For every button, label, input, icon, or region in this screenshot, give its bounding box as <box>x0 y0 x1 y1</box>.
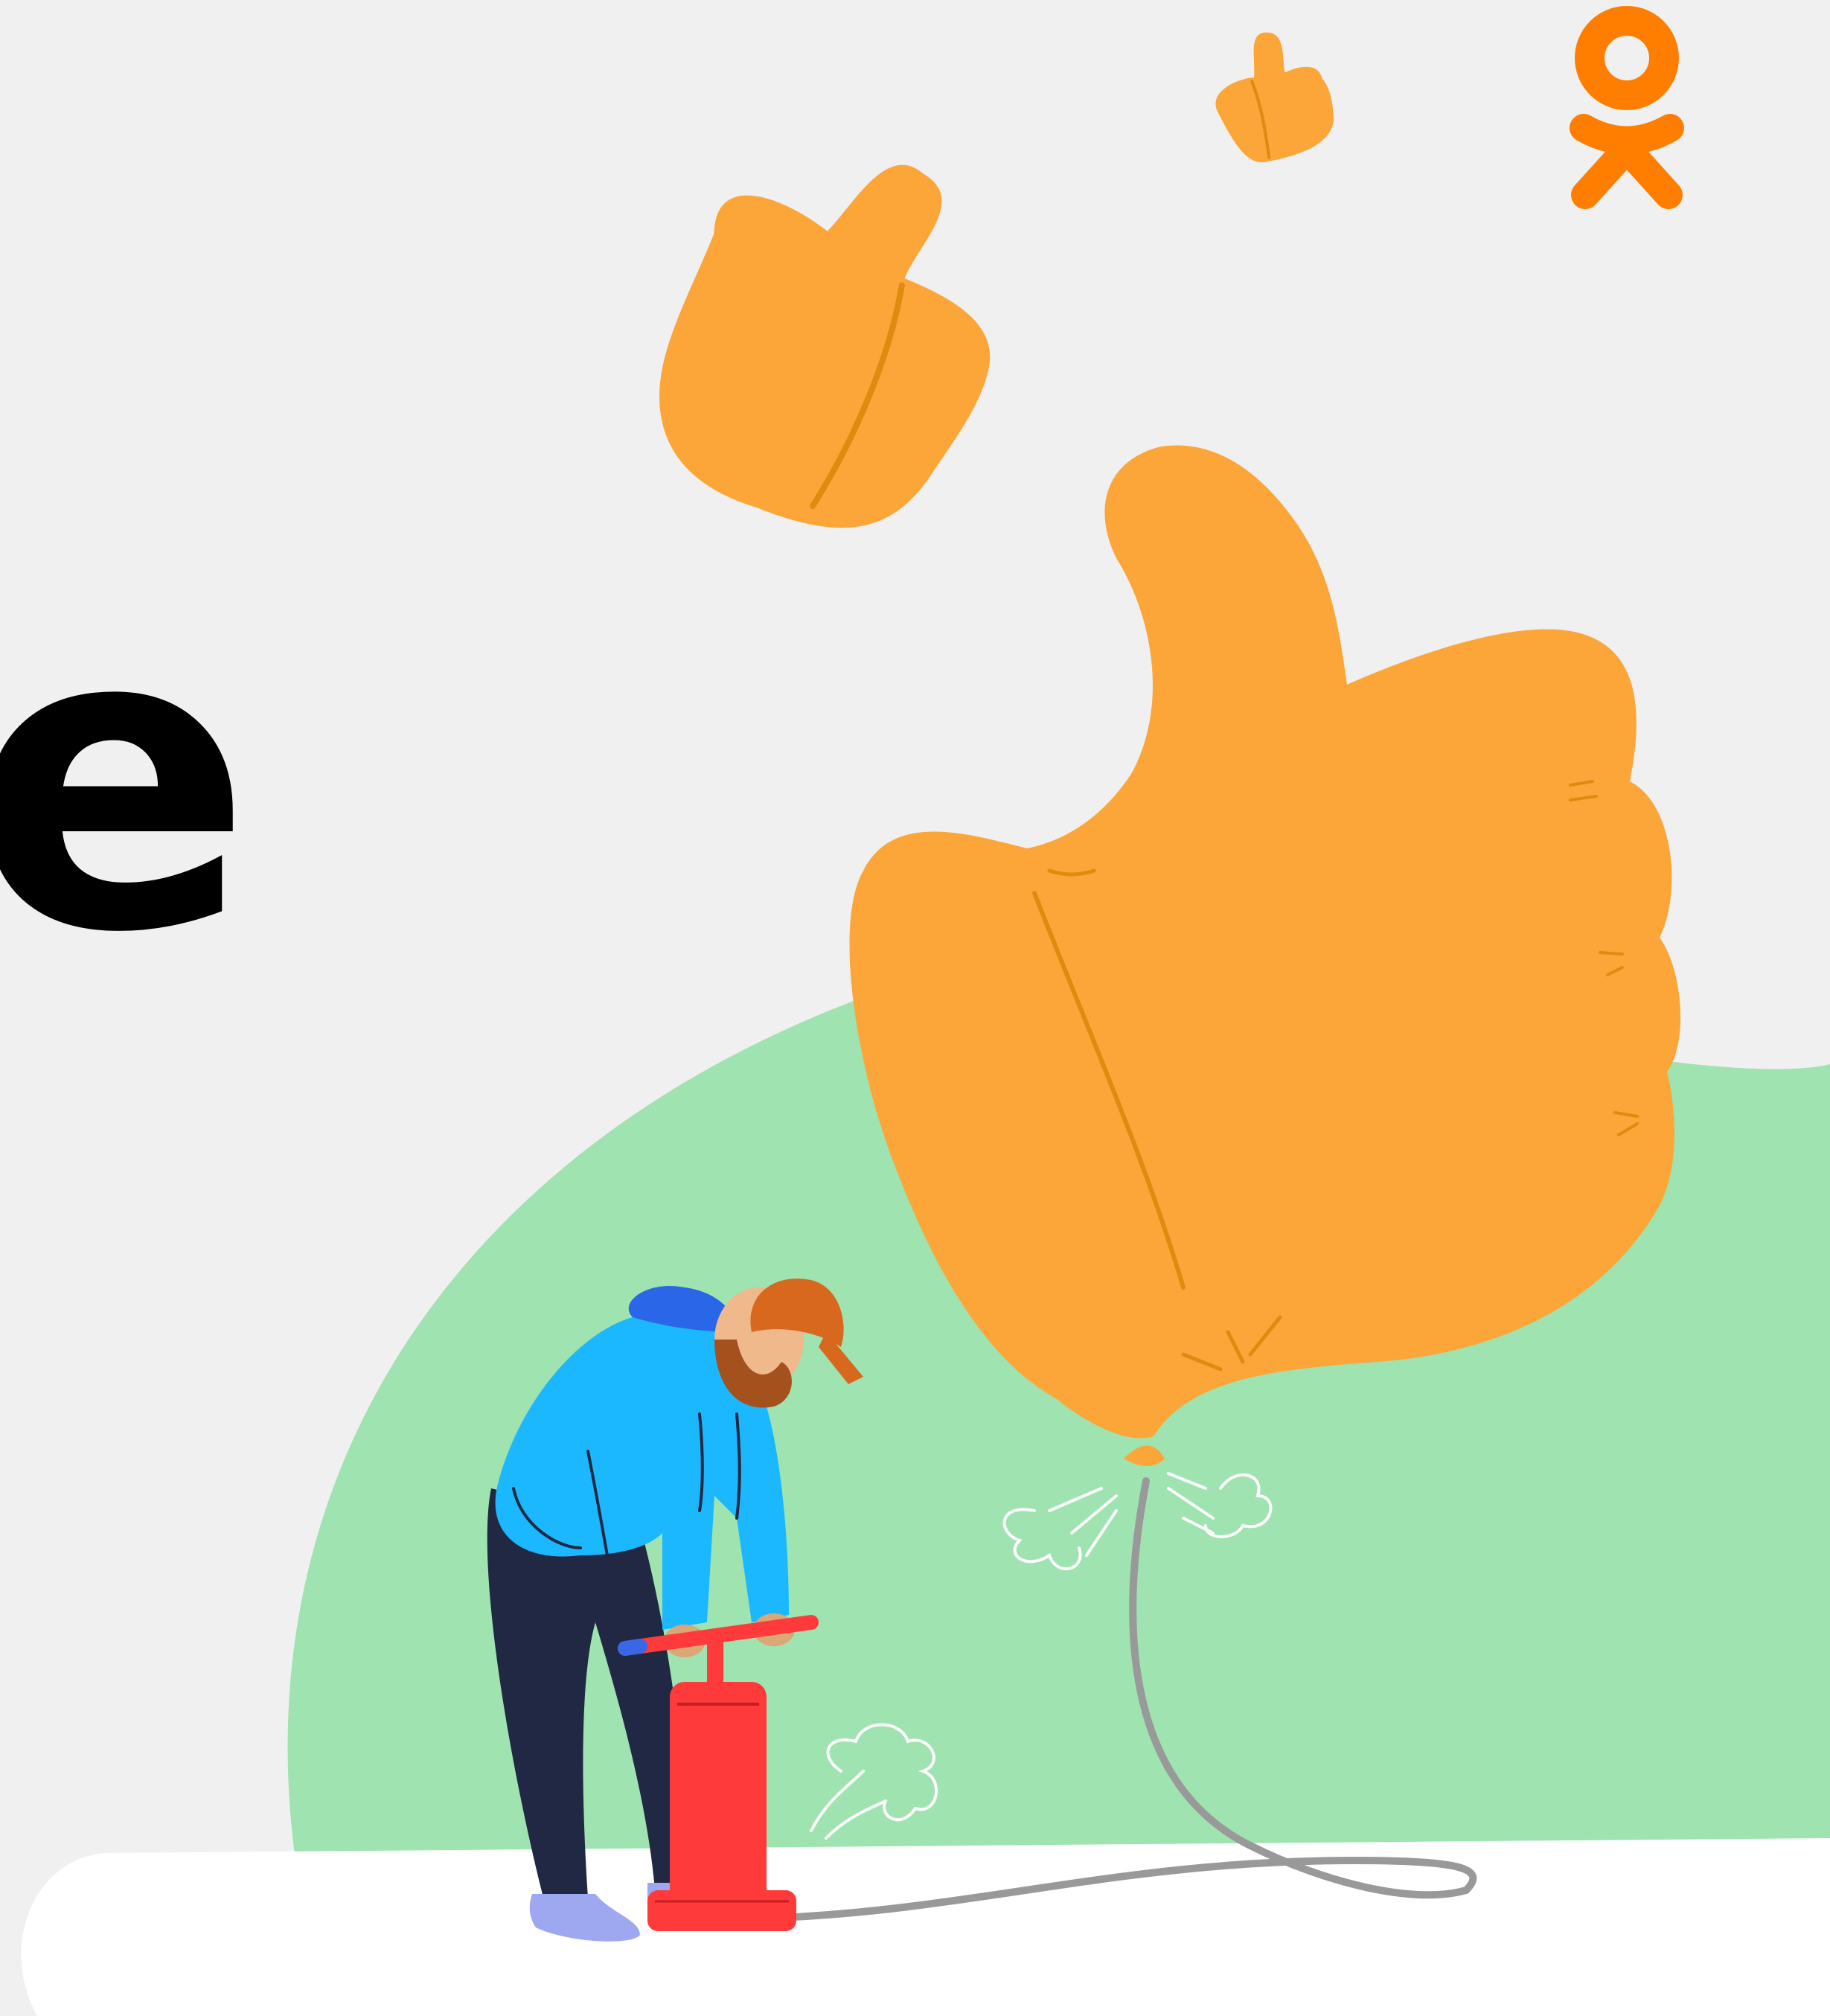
thumbs-up-small-icon <box>659 164 991 528</box>
odnoklassniki-logo-icon[interactable] <box>1570 6 1684 209</box>
hero-banner: e <box>0 0 1830 2016</box>
thumbs-up-tiny-icon <box>1215 32 1334 163</box>
illustration <box>21 6 1830 2016</box>
floor-surface <box>21 1838 1830 2016</box>
